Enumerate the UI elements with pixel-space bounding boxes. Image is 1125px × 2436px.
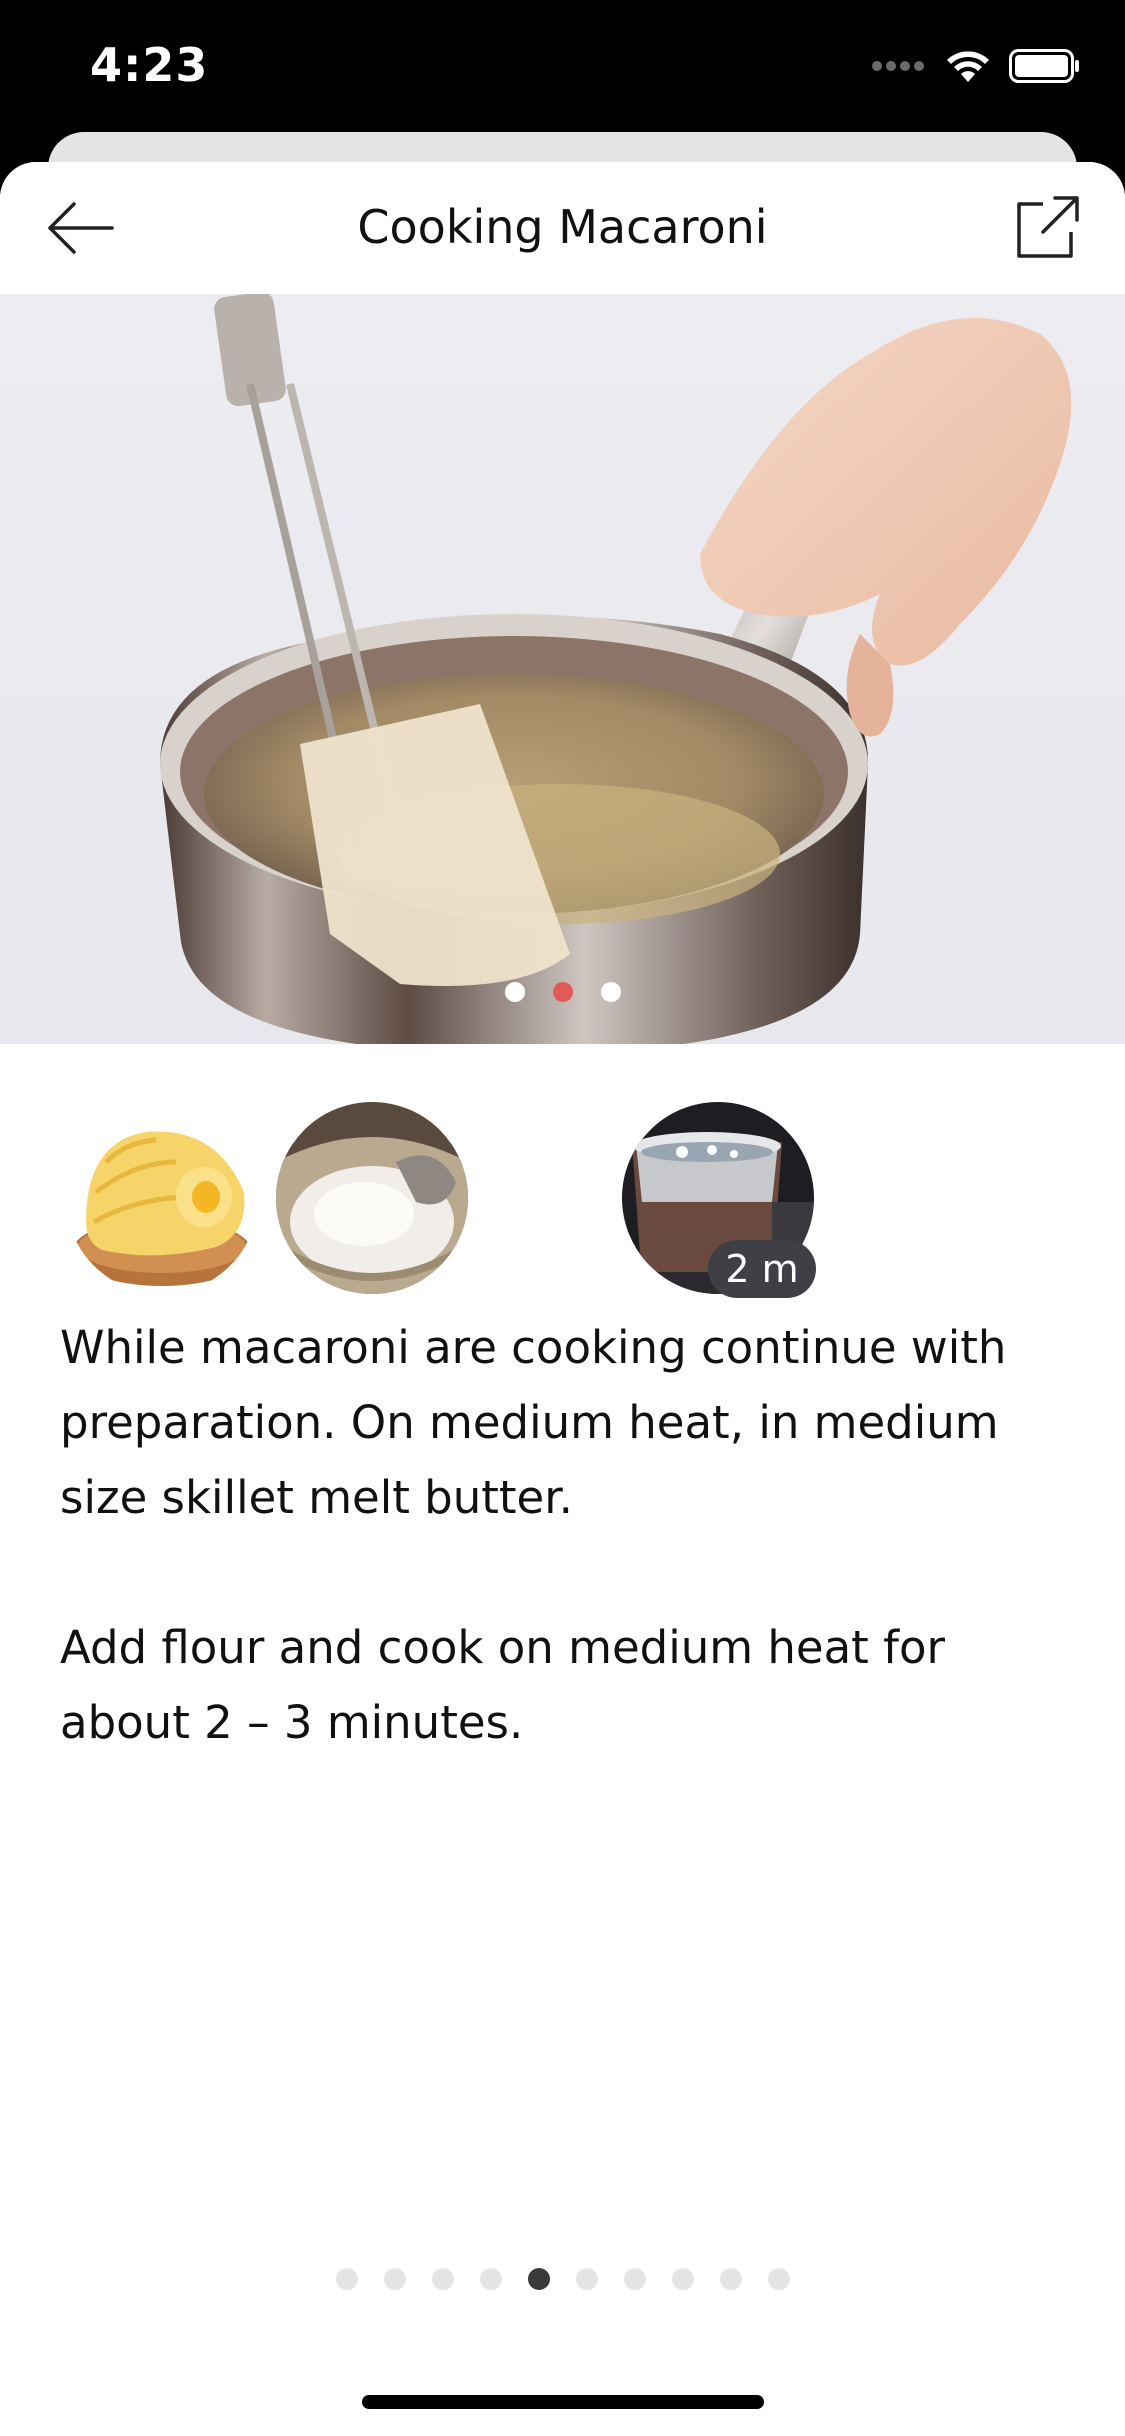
step-description-2: Add flour and cook on medium heat for ab… [60, 1621, 945, 1749]
step-description-1: While macaroni are cooking continue with… [60, 1321, 1007, 1524]
step-dot[interactable] [383, 2268, 406, 2290]
ingredient-flour[interactable] [276, 1102, 468, 1294]
home-indicator[interactable] [362, 2395, 764, 2409]
carousel-dot[interactable] [600, 982, 621, 1002]
share-button[interactable] [1013, 192, 1083, 262]
step-dot[interactable] [575, 2268, 598, 2290]
share-external-icon [1017, 196, 1079, 258]
flour-image [276, 1102, 468, 1294]
recipe-step-sheet: Cooking Macaroni 2 m While macaroni are … [0, 162, 1125, 2436]
step-dot[interactable] [479, 2268, 502, 2290]
hero-image-carousel[interactable] [0, 294, 1125, 1044]
step-dot[interactable] [623, 2268, 646, 2290]
timer-badge: 2 m [708, 1240, 816, 1298]
nav-bar: Cooking Macaroni [0, 162, 1125, 294]
step-dot[interactable] [335, 2268, 358, 2290]
step-dot[interactable] [767, 2268, 790, 2290]
carousel-dot[interactable] [504, 982, 525, 1002]
wifi-icon [947, 51, 989, 82]
battery-icon [1009, 49, 1079, 83]
step-dot-active[interactable] [527, 2268, 550, 2290]
step-dot[interactable] [719, 2268, 742, 2290]
screen: 4:23 Cooking Macaroni 2 m While macaroni… [0, 0, 1125, 2436]
carousel-indicator [0, 982, 1125, 1002]
saucepan-image [160, 294, 1072, 1044]
step-pager [0, 2268, 1125, 2290]
status-bar: 4:23 [0, 0, 1125, 140]
step-dot[interactable] [431, 2268, 454, 2290]
step-dot[interactable] [671, 2268, 694, 2290]
status-icons [871, 48, 1081, 84]
cellular-signal-icon [872, 61, 924, 71]
page-title: Cooking Macaroni [357, 200, 768, 254]
butter-image [66, 1102, 258, 1294]
ingredient-butter[interactable] [66, 1102, 258, 1294]
carousel-dot-active[interactable] [552, 982, 573, 1002]
status-time: 4:23 [90, 38, 209, 92]
